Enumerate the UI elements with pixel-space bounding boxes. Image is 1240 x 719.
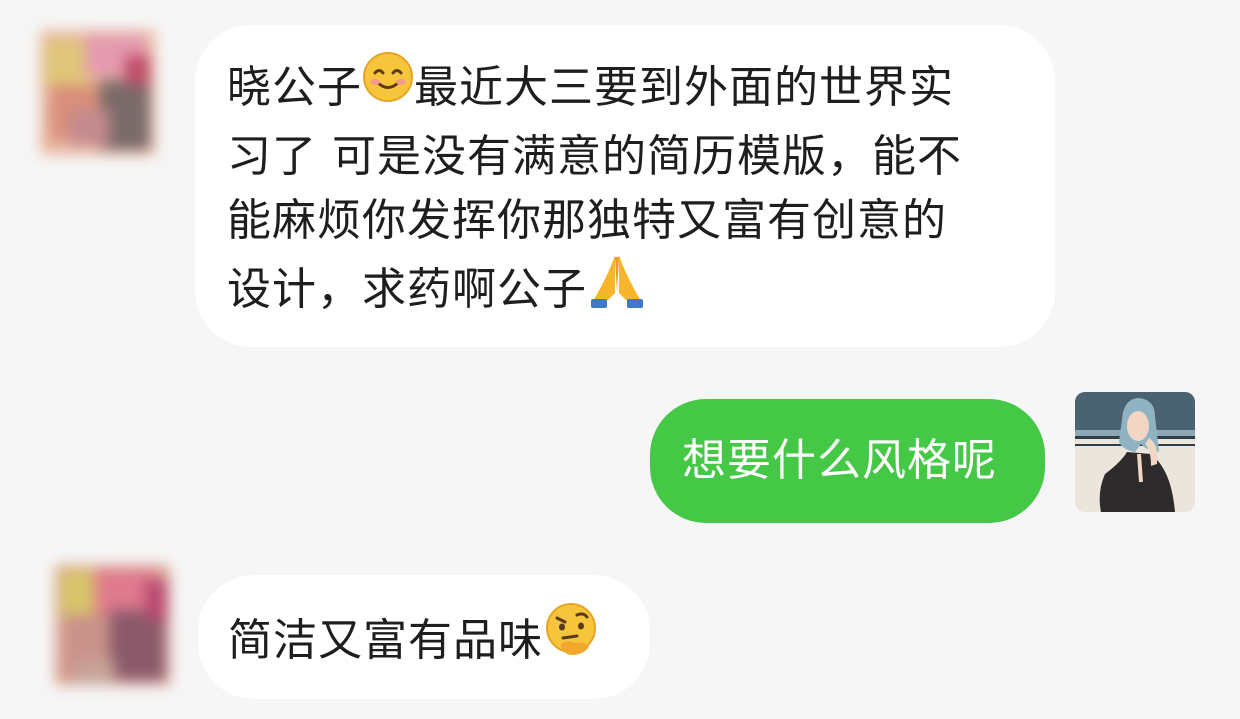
message-line: 设计，求药啊公子 bbox=[227, 253, 1023, 331]
blurred-avatar-image bbox=[30, 20, 160, 160]
message-line: 晓公子 最近大三要到外面的世界实 bbox=[227, 52, 1023, 125]
message-line: 能麻烦你发挥你那独特又富有创意的 bbox=[227, 195, 947, 246]
user-portrait-image bbox=[1075, 392, 1195, 512]
blurred-avatar-image bbox=[45, 550, 180, 695]
smiling-face-emoji bbox=[362, 51, 414, 121]
incoming-message-bubble[interactable]: 晓公子 最近大三要到外面的世界实 习了 可是没有满意的简历模版，能不 能麻烦你发挥… bbox=[195, 25, 1055, 347]
chat-area: 晓公子 最近大三要到外面的世界实 习了 可是没有满意的简历模版，能不 能麻烦你发挥… bbox=[0, 0, 1240, 719]
contact-avatar[interactable] bbox=[30, 20, 160, 160]
message-text: 想要什么风格呢 bbox=[682, 435, 997, 486]
face-with-raised-eyebrow-hand-on-chin-emoji bbox=[543, 601, 601, 677]
message-line: 习了 可是没有满意的简历模版，能不 bbox=[227, 131, 962, 182]
contact-avatar[interactable] bbox=[45, 550, 180, 695]
folded-hands-emoji bbox=[587, 249, 647, 327]
message-text: 简洁又富有品味 bbox=[228, 603, 650, 681]
outgoing-message-bubble[interactable]: 想要什么风格呢 bbox=[650, 399, 1045, 523]
my-avatar[interactable] bbox=[1075, 392, 1195, 512]
incoming-message-bubble[interactable]: 简洁又富有品味 bbox=[198, 575, 650, 699]
